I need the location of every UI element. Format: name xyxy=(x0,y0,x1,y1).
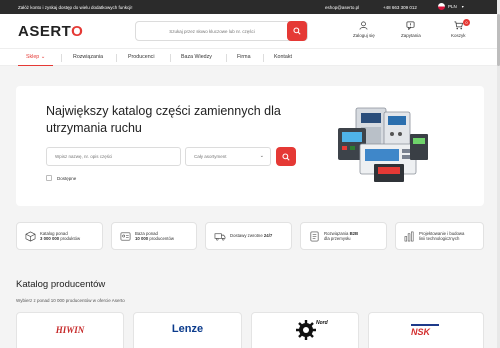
feature-design: Projektowanie i budowa linii technologicz… xyxy=(395,222,484,250)
nav-item-company[interactable]: Firma xyxy=(237,49,251,66)
promo-link[interactable]: Załóż konto i zyskaj dostęp do wielu dod… xyxy=(18,5,133,10)
brand-card-hiwin[interactable]: HIWIN xyxy=(16,312,124,348)
nav-divider xyxy=(226,54,227,62)
brand-card-nsk[interactable]: NSK xyxy=(368,312,484,348)
nord-logo-text: Nord xyxy=(316,320,328,326)
feature-b2b: Rozwiązania B2B dla przemysłu xyxy=(300,222,387,250)
phone-link[interactable]: +48 663 309 012 xyxy=(383,5,417,10)
search-input[interactable] xyxy=(142,26,282,37)
category-select-value: Cały asortyment xyxy=(194,154,227,159)
user-icon xyxy=(359,21,368,30)
nsk-logo-stripe xyxy=(411,324,439,326)
language-selector[interactable]: PLN ▾ xyxy=(438,3,464,10)
box-icon xyxy=(25,231,36,241)
inquiries-button[interactable]: Zapytania xyxy=(401,21,421,38)
brand-card-nord[interactable]: Nord xyxy=(251,312,359,348)
hero-search-button[interactable] xyxy=(276,147,296,166)
search-icon xyxy=(293,27,301,35)
email-link[interactable]: eshop@aserto.pl xyxy=(325,5,359,10)
language-label: PLN xyxy=(448,4,457,9)
chevron-down-icon: ⌄ xyxy=(40,54,46,60)
nav-divider xyxy=(263,54,264,62)
hero-title: Największy katalog części zamiennych dla… xyxy=(46,104,281,135)
available-label: Dostępne xyxy=(57,175,77,181)
feature-catalog: Katalog ponad 3 000 000 produktów xyxy=(16,222,103,250)
search-icon xyxy=(282,152,290,161)
poland-flag-icon xyxy=(438,3,445,10)
nav-item-contact[interactable]: Kontakt xyxy=(274,49,292,66)
category-select[interactable]: Cały asortyment ⌄ xyxy=(185,147,271,166)
header: ASERTO Zaloguj się Zapytania 0 Koszyk xyxy=(0,14,500,48)
id-card-icon xyxy=(120,232,131,240)
truck-icon xyxy=(214,232,226,240)
chevron-down-icon: ⌄ xyxy=(259,153,264,159)
hero-banner: Największy katalog części zamiennych dla… xyxy=(16,86,484,206)
chat-icon xyxy=(406,21,415,30)
top-bar: Załóż konto i zyskaj dostęp do wielu dod… xyxy=(0,0,500,14)
catalog-title: Katalog producentów xyxy=(16,279,106,290)
nav-divider xyxy=(170,54,171,62)
nav-divider xyxy=(116,54,117,62)
factory-bars-icon xyxy=(404,231,414,241)
nord-gear-logo xyxy=(296,320,316,340)
industrial-controllers-image xyxy=(338,107,428,182)
document-list-icon xyxy=(310,231,319,241)
chevron-down-icon: ▾ xyxy=(461,4,464,9)
part-search-input[interactable] xyxy=(46,147,181,166)
catalog-subtitle: Wybierz z ponad 10 000 producentów w ofe… xyxy=(16,298,125,303)
nav-item-shop[interactable]: Sklep ⌄ xyxy=(18,49,54,66)
header-search xyxy=(135,21,308,41)
lenze-logo: Lenze xyxy=(171,323,204,335)
available-filter[interactable]: Dostępne xyxy=(46,175,76,181)
feature-producers: Baza ponad 10 000 producentów xyxy=(111,222,197,250)
nav-item-producers[interactable]: Producenci xyxy=(128,49,155,66)
cart-icon xyxy=(454,21,463,30)
nav-item-solutions[interactable]: Rozwiązania xyxy=(73,49,103,66)
nav-item-knowledge[interactable]: Baza Wiedzy xyxy=(181,49,212,66)
search-button[interactable] xyxy=(287,21,307,41)
available-checkbox[interactable] xyxy=(46,175,52,181)
cart-button[interactable]: 0 Koszyk xyxy=(451,19,470,38)
cart-count-badge: 0 xyxy=(463,19,470,26)
feature-delivery: Dostawy zwrotne 24/7 xyxy=(205,222,292,250)
nav-divider xyxy=(61,54,62,62)
brand-card-lenze[interactable]: Lenze xyxy=(133,312,242,348)
main-nav: Sklep ⌄ Rozwiązania Producenci Baza Wied… xyxy=(0,48,500,66)
nsk-logo: NSK xyxy=(411,327,431,337)
logo[interactable]: ASERTO xyxy=(18,23,83,40)
login-button[interactable]: Zaloguj się xyxy=(353,21,375,38)
hiwin-logo: HIWIN xyxy=(55,325,85,335)
